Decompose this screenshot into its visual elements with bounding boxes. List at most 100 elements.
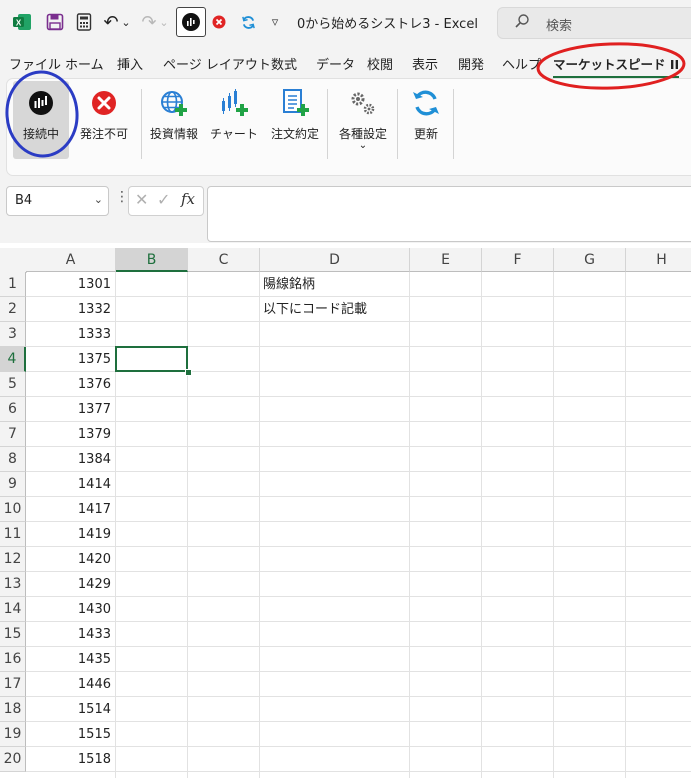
stop-icon — [88, 87, 120, 119]
tab-formulas[interactable]: 数式 — [271, 54, 297, 73]
search-box[interactable]: 検索 — [497, 7, 691, 39]
tab-file[interactable]: ファイル — [9, 54, 61, 73]
tab-developer[interactable]: 開発 — [458, 54, 484, 73]
more-options-icon[interactable]: ⋮ — [115, 189, 129, 205]
tab-marketspeed-label: マーケットスピード II — [553, 57, 680, 72]
row-header[interactable]: 7 — [0, 422, 26, 447]
undo-dropdown-icon[interactable]: ⌄ — [121, 9, 131, 35]
cell-a[interactable]: 1332 — [26, 297, 111, 322]
stop-quick-icon[interactable] — [209, 9, 229, 35]
insert-function-icon[interactable]: fx — [181, 190, 195, 208]
row-header[interactable]: 4 — [0, 347, 26, 372]
save-icon[interactable] — [44, 9, 66, 35]
order-disabled-button[interactable]: 発注不可 — [75, 87, 133, 142]
row-header[interactable]: 9 — [0, 472, 26, 497]
cell-a[interactable]: 1377 — [26, 397, 111, 422]
gridline — [26, 721, 691, 722]
name-box[interactable]: B4 ⌄ — [6, 186, 109, 216]
row-header[interactable]: 13 — [0, 572, 26, 597]
row-header[interactable]: 8 — [0, 447, 26, 472]
chart-button[interactable]: チャート — [210, 87, 258, 142]
cell-a[interactable]: 1430 — [26, 597, 111, 622]
connected-icon — [25, 87, 57, 119]
search-placeholder: 検索 — [546, 19, 573, 34]
row-header[interactable]: 6 — [0, 397, 26, 422]
connect-button[interactable]: 接続中 — [13, 81, 69, 159]
column-header-b[interactable]: B — [116, 248, 188, 272]
row-header[interactable]: 10 — [0, 497, 26, 522]
cell-d[interactable]: 以下にコード記載 — [263, 297, 367, 322]
tab-home[interactable]: ホーム — [65, 54, 104, 73]
refresh-button[interactable]: 更新 — [405, 87, 447, 142]
cell-a[interactable]: 1435 — [26, 647, 111, 672]
row-header[interactable]: 15 — [0, 622, 26, 647]
tab-insert[interactable]: 挿入 — [117, 54, 143, 73]
cell-a[interactable]: 1419 — [26, 522, 111, 547]
column-header-e[interactable]: E — [410, 248, 482, 272]
select-all-corner[interactable] — [0, 248, 27, 273]
worksheet-grid[interactable]: A B C D E F G H 1 1301 陽線銘柄 2 1332 以下にコード記載 3 1… — [0, 248, 691, 778]
cell-d[interactable]: 陽線銘柄 — [263, 272, 315, 297]
name-box-dropdown-icon[interactable]: ⌄ — [94, 193, 103, 206]
cell-a[interactable]: 1375 — [26, 347, 111, 372]
formula-input[interactable] — [207, 186, 691, 242]
customize-qat-icon[interactable]: ▿ — [266, 9, 284, 35]
column-header-a[interactable]: A — [26, 248, 116, 272]
gridline — [259, 272, 260, 778]
investment-info-button[interactable]: 投資情報 — [145, 87, 203, 142]
row-header[interactable]: 1 — [0, 272, 26, 297]
cell-a[interactable]: 1446 — [26, 672, 111, 697]
cell-a[interactable]: 1433 — [26, 622, 111, 647]
row-header[interactable]: 14 — [0, 597, 26, 622]
enter-icon[interactable]: ✓ — [157, 190, 170, 209]
row-header[interactable]: 20 — [0, 747, 26, 772]
tab-page-layout[interactable]: ページ レイアウト — [163, 54, 271, 73]
document-icon — [279, 87, 311, 119]
cell-a[interactable]: 1420 — [26, 547, 111, 572]
tab-data[interactable]: データ — [316, 54, 355, 73]
cell-a[interactable]: 1429 — [26, 572, 111, 597]
row-header[interactable]: 3 — [0, 322, 26, 347]
tab-marketspeed[interactable]: マーケットスピード II — [553, 54, 680, 78]
column-header-h[interactable]: H — [626, 248, 691, 272]
undo-icon[interactable]: ↶ — [102, 9, 120, 35]
column-header-d[interactable]: D — [260, 248, 410, 272]
tab-view[interactable]: 表示 — [412, 54, 438, 73]
cancel-icon[interactable]: ✕ — [135, 190, 148, 209]
column-header-f[interactable]: F — [482, 248, 554, 272]
cell-a[interactable]: 1376 — [26, 372, 111, 397]
settings-button[interactable]: 各種設定 ⌄ — [333, 87, 393, 151]
row-header[interactable]: 17 — [0, 672, 26, 697]
marketspeed-quick-icon[interactable] — [176, 7, 206, 37]
row-header[interactable]: 5 — [0, 372, 26, 397]
tab-review[interactable]: 校閲 — [367, 54, 393, 73]
row-header[interactable]: 16 — [0, 647, 26, 672]
ribbon-tabs: ファイル ホーム 挿入 ページ レイアウト 数式 データ 校閲 表示 開発 ヘル… — [0, 44, 691, 78]
row-header[interactable]: 2 — [0, 297, 26, 322]
active-cell-b4[interactable] — [115, 346, 188, 372]
settings-dropdown-icon: ⌄ — [358, 140, 368, 151]
gridline — [26, 496, 691, 497]
cell-a[interactable]: 1417 — [26, 497, 111, 522]
row-header[interactable]: 19 — [0, 722, 26, 747]
calculator-icon[interactable] — [74, 9, 94, 35]
ribbon-separator — [453, 89, 454, 159]
row-header[interactable]: 18 — [0, 697, 26, 722]
tab-help[interactable]: ヘルプ — [502, 54, 541, 73]
cell-a[interactable]: 1333 — [26, 322, 111, 347]
cell-a[interactable]: 1379 — [26, 422, 111, 447]
refresh-quick-icon[interactable] — [238, 9, 258, 35]
cell-a[interactable]: 1414 — [26, 472, 111, 497]
cell-a[interactable]: 1301 — [26, 272, 111, 297]
column-header-c[interactable]: C — [188, 248, 260, 272]
cell-a[interactable]: 1518 — [26, 747, 111, 772]
cell-a[interactable]: 1384 — [26, 447, 111, 472]
undo-glyph: ↶ — [103, 11, 119, 33]
row-header[interactable]: 11 — [0, 522, 26, 547]
fill-handle[interactable] — [185, 369, 192, 376]
order-execution-button[interactable]: 注文約定 — [265, 87, 325, 142]
cell-a[interactable]: 1514 — [26, 697, 111, 722]
column-header-g[interactable]: G — [554, 248, 626, 272]
row-header[interactable]: 12 — [0, 547, 26, 572]
cell-a[interactable]: 1515 — [26, 722, 111, 747]
